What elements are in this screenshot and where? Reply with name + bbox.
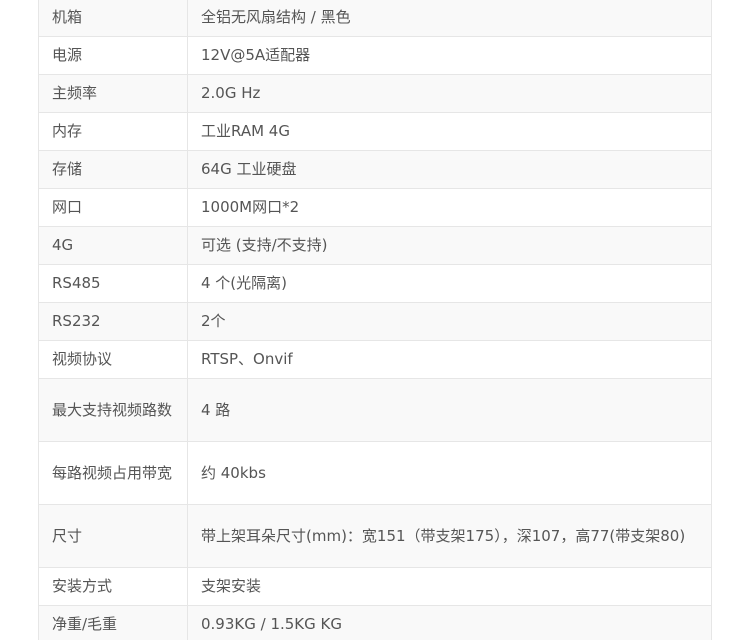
spec-row-rs232: RS232 2个 bbox=[38, 302, 712, 341]
spec-value: 2.0G Hz bbox=[187, 74, 712, 113]
spec-value: 4 路 bbox=[187, 378, 712, 442]
spec-row-memory: 内存 工业RAM 4G bbox=[38, 112, 712, 151]
spec-value: 全铝无风扇结构 / 黑色 bbox=[187, 0, 712, 37]
spec-label: RS485 bbox=[38, 264, 188, 303]
spec-label: 尺寸 bbox=[38, 504, 188, 568]
spec-label: 每路视频占用带宽 bbox=[38, 441, 188, 505]
spec-label: RS232 bbox=[38, 302, 188, 341]
spec-label: 最大支持视频路数 bbox=[38, 378, 188, 442]
spec-label: 电源 bbox=[38, 36, 188, 75]
spec-table: 机箱 全铝无风扇结构 / 黑色 电源 12V@5A适配器 主频率 2.0G Hz… bbox=[38, 0, 712, 640]
spec-value: 12V@5A适配器 bbox=[187, 36, 712, 75]
spec-value: 64G 工业硬盘 bbox=[187, 150, 712, 189]
spec-value: 4 个(光隔离) bbox=[187, 264, 712, 303]
spec-label: 主频率 bbox=[38, 74, 188, 113]
spec-row-network-port: 网口 1000M网口*2 bbox=[38, 188, 712, 227]
spec-label: 存储 bbox=[38, 150, 188, 189]
spec-row-bandwidth-per-channel: 每路视频占用带宽 约 40kbs bbox=[38, 441, 712, 505]
spec-label: 内存 bbox=[38, 112, 188, 151]
spec-label: 安装方式 bbox=[38, 567, 188, 606]
spec-row-frequency: 主频率 2.0G Hz bbox=[38, 74, 712, 113]
spec-row-weight: 净重/毛重 0.93KG / 1.5KG KG bbox=[38, 605, 712, 640]
spec-label: 4G bbox=[38, 226, 188, 265]
spec-value: 0.93KG / 1.5KG KG bbox=[187, 605, 712, 640]
spec-row-installation: 安装方式 支架安装 bbox=[38, 567, 712, 606]
spec-value: 工业RAM 4G bbox=[187, 112, 712, 151]
spec-value: RTSP、Onvif bbox=[187, 340, 712, 379]
spec-row-4g: 4G 可选 (支持/不支持) bbox=[38, 226, 712, 265]
spec-value: 带上架耳朵尺寸(mm)：宽151（带支架175），深107，高77(带支架80) bbox=[187, 504, 712, 568]
spec-label: 视频协议 bbox=[38, 340, 188, 379]
spec-label: 机箱 bbox=[38, 0, 188, 37]
spec-row-chassis: 机箱 全铝无风扇结构 / 黑色 bbox=[38, 0, 712, 37]
spec-label: 净重/毛重 bbox=[38, 605, 188, 640]
spec-value: 约 40kbs bbox=[187, 441, 712, 505]
spec-row-max-video-channels: 最大支持视频路数 4 路 bbox=[38, 378, 712, 442]
spec-value: 1000M网口*2 bbox=[187, 188, 712, 227]
spec-row-dimensions: 尺寸 带上架耳朵尺寸(mm)：宽151（带支架175），深107，高77(带支架… bbox=[38, 504, 712, 568]
spec-value: 支架安装 bbox=[187, 567, 712, 606]
spec-label: 网口 bbox=[38, 188, 188, 227]
spec-value: 2个 bbox=[187, 302, 712, 341]
spec-row-rs485: RS485 4 个(光隔离) bbox=[38, 264, 712, 303]
spec-row-storage: 存储 64G 工业硬盘 bbox=[38, 150, 712, 189]
spec-value: 可选 (支持/不支持) bbox=[187, 226, 712, 265]
spec-row-video-protocol: 视频协议 RTSP、Onvif bbox=[38, 340, 712, 379]
spec-row-power: 电源 12V@5A适配器 bbox=[38, 36, 712, 75]
